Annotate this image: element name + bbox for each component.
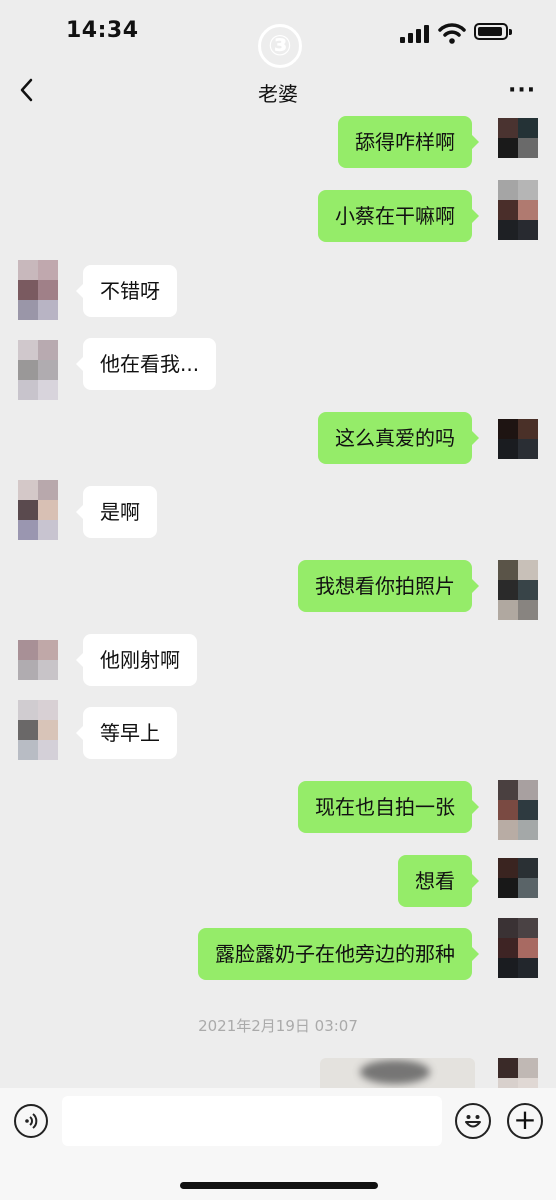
my-avatar[interactable] [498, 1058, 538, 1088]
my-avatar[interactable] [498, 180, 538, 240]
my-avatar[interactable] [498, 118, 538, 158]
my-avatar[interactable] [498, 419, 538, 459]
message-bubble[interactable]: 他在看我... [75, 338, 217, 390]
message-bubble[interactable]: 这么真爱的吗 [318, 412, 479, 464]
message-bubble[interactable]: 他刚射啊 [76, 634, 197, 686]
message-bubble[interactable]: 舔得咋样啊 [338, 116, 479, 168]
emoji-icon[interactable] [455, 1103, 491, 1139]
message-bubble[interactable]: 不错呀 [76, 265, 177, 317]
message-input[interactable] [62, 1096, 442, 1146]
message-bubble[interactable]: 小蔡在干嘛啊 [318, 190, 479, 242]
wifi-icon [438, 23, 466, 44]
contact-avatar[interactable] [18, 340, 58, 400]
status-time: 14:34 [66, 18, 139, 43]
my-avatar[interactable] [498, 560, 538, 620]
message-bubble[interactable]: 等早上 [76, 707, 177, 759]
message-bubble[interactable]: 想看 [398, 855, 479, 907]
contact-avatar[interactable] [18, 700, 58, 760]
message-bubble[interactable]: 露脸露奶子在他旁边的那种 [198, 928, 479, 980]
contact-avatar[interactable] [18, 260, 58, 320]
message-bubble[interactable]: 现在也自拍一张 [298, 781, 479, 833]
more-options-icon[interactable]: ··· [508, 78, 536, 103]
message-bubble[interactable]: 是啊 [76, 486, 157, 538]
message-bubble[interactable]: 我想看你拍照片 [298, 560, 479, 612]
chat-header: 老婆 ··· [0, 64, 556, 116]
contact-avatar[interactable] [18, 480, 58, 540]
chat-title: 老婆 [258, 82, 298, 106]
contact-avatar[interactable] [18, 640, 58, 680]
image-message[interactable] [320, 1058, 475, 1088]
my-avatar[interactable] [498, 918, 538, 978]
status-bar: 14:34 ③ [0, 0, 556, 68]
signal-icon [400, 25, 430, 43]
home-indicator [180, 1182, 378, 1189]
my-avatar[interactable] [498, 858, 538, 898]
circled-number-mark: ③ [258, 24, 302, 68]
battery-icon [474, 23, 512, 40]
my-avatar[interactable] [498, 780, 538, 840]
message-timestamp: 2021年2月19日 03:07 [198, 1017, 358, 1035]
voice-icon[interactable] [14, 1104, 48, 1138]
plus-icon[interactable]: + [507, 1103, 543, 1139]
